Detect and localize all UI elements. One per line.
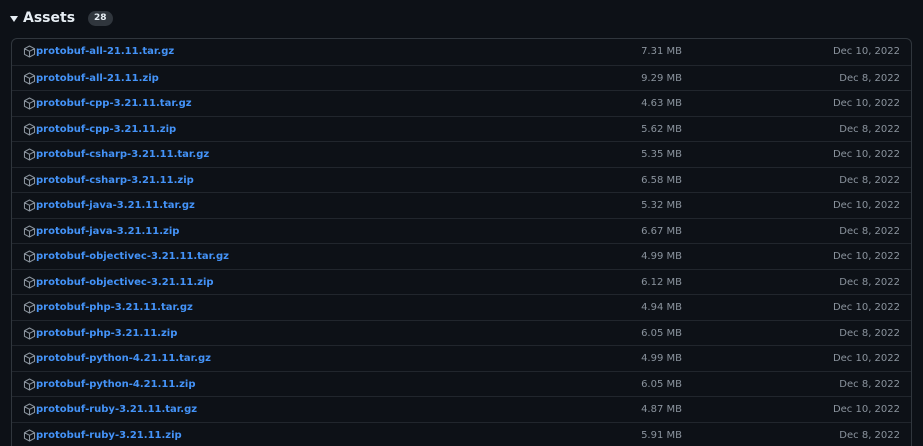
- package-icon: [23, 326, 36, 340]
- asset-date: Dec 10, 2022: [832, 200, 900, 211]
- asset-date: Dec 10, 2022: [832, 302, 900, 313]
- assets-header[interactable]: Assets 28: [10, 7, 113, 29]
- asset-date: Dec 10, 2022: [832, 46, 900, 57]
- asset-size: 6.05 MB: [641, 327, 682, 339]
- asset-size: 4.99 MB: [641, 251, 682, 262]
- asset-row: protobuf-java-3.21.11.tar.gz 5.32 MB Dec 1…: [12, 192, 911, 217]
- asset-date: Dec 8, 2022: [839, 123, 900, 135]
- asset-download-link[interactable]: protobuf-all-21.11.zip: [36, 66, 159, 91]
- asset-download-link[interactable]: protobuf-php-3.21.11.tar.gz: [36, 295, 193, 320]
- package-icon: [23, 301, 36, 314]
- package-icon: [23, 377, 36, 391]
- asset-download-link[interactable]: protobuf-java-3.21.11.tar.gz: [36, 193, 195, 218]
- package-icon: [23, 250, 36, 263]
- asset-date: Dec 8, 2022: [839, 174, 900, 186]
- asset-size: 6.58 MB: [641, 174, 682, 186]
- package-icon: [23, 97, 36, 110]
- asset-row: protobuf-all-21.11.zip 9.29 MB Dec 8, 2022: [12, 64, 911, 91]
- asset-download-link[interactable]: protobuf-objectivec-3.21.11.tar.gz: [36, 244, 229, 269]
- asset-size: 5.35 MB: [641, 149, 682, 160]
- asset-date: Dec 8, 2022: [839, 327, 900, 339]
- asset-row: protobuf-all-21.11.tar.gz 7.31 MB Dec 10, …: [12, 39, 911, 64]
- assets-count-badge: 28: [88, 10, 113, 26]
- asset-size: 4.94 MB: [641, 302, 682, 313]
- asset-date: Dec 8, 2022: [839, 429, 900, 441]
- package-icon: [23, 352, 36, 365]
- asset-row: protobuf-csharp-3.21.11.zip 6.58 MB Dec 8,…: [12, 166, 911, 193]
- asset-row: protobuf-objectivec-3.21.11.tar.gz 4.99 M…: [12, 243, 911, 268]
- asset-row: protobuf-python-4.21.11.zip 6.05 MB Dec 8,…: [12, 370, 911, 397]
- asset-size: 6.12 MB: [641, 276, 682, 288]
- asset-date: Dec 10, 2022: [832, 98, 900, 109]
- triangle-down-icon[interactable]: [10, 15, 18, 22]
- asset-size: 6.67 MB: [641, 225, 682, 237]
- asset-download-link[interactable]: protobuf-csharp-3.21.11.tar.gz: [36, 142, 209, 167]
- asset-date: Dec 10, 2022: [832, 353, 900, 364]
- asset-row: protobuf-ruby-3.21.11.tar.gz 4.87 MB Dec 1…: [12, 396, 911, 421]
- asset-date: Dec 10, 2022: [832, 251, 900, 262]
- asset-row: protobuf-csharp-3.21.11.tar.gz 5.35 MB Dec…: [12, 141, 911, 166]
- asset-row: protobuf-php-3.21.11.zip 6.05 MB Dec 8, 20…: [12, 319, 911, 346]
- package-icon: [23, 71, 36, 85]
- asset-size: 5.32 MB: [641, 200, 682, 211]
- package-icon: [23, 224, 36, 238]
- asset-download-link[interactable]: protobuf-cpp-3.21.11.tar.gz: [36, 91, 192, 116]
- asset-row: protobuf-php-3.21.11.tar.gz 4.94 MB Dec 10…: [12, 294, 911, 319]
- asset-size: 7.31 MB: [641, 46, 682, 57]
- asset-download-link[interactable]: protobuf-all-21.11.tar.gz: [36, 39, 174, 64]
- asset-download-link[interactable]: protobuf-java-3.21.11.zip: [36, 219, 179, 244]
- package-icon: [23, 428, 36, 442]
- asset-date: Dec 10, 2022: [832, 404, 900, 415]
- asset-download-link[interactable]: protobuf-csharp-3.21.11.zip: [36, 168, 194, 193]
- asset-download-link[interactable]: protobuf-cpp-3.21.11.zip: [36, 117, 176, 142]
- asset-row: protobuf-cpp-3.21.11.zip 5.62 MB Dec 8, 20…: [12, 115, 911, 142]
- asset-row: protobuf-java-3.21.11.zip 6.67 MB Dec 8, 2…: [12, 217, 911, 244]
- asset-date: Dec 10, 2022: [832, 149, 900, 160]
- asset-download-link[interactable]: protobuf-ruby-3.21.11.zip: [36, 423, 182, 446]
- assets-title: Assets: [23, 10, 76, 26]
- package-icon: [23, 148, 36, 161]
- asset-download-link[interactable]: protobuf-ruby-3.21.11.tar.gz: [36, 397, 197, 422]
- package-icon: [23, 275, 36, 289]
- asset-date: Dec 8, 2022: [839, 72, 900, 84]
- asset-download-link[interactable]: protobuf-python-4.21.11.tar.gz: [36, 346, 211, 371]
- package-icon: [23, 122, 36, 136]
- asset-date: Dec 8, 2022: [839, 378, 900, 390]
- asset-size: 9.29 MB: [641, 72, 682, 84]
- asset-size: 4.99 MB: [641, 353, 682, 364]
- asset-row: protobuf-ruby-3.21.11.zip 5.91 MB Dec 8, 2…: [12, 421, 911, 446]
- asset-download-link[interactable]: protobuf-php-3.21.11.zip: [36, 321, 177, 346]
- asset-row: protobuf-cpp-3.21.11.tar.gz 4.63 MB Dec 10…: [12, 90, 911, 115]
- asset-size: 4.63 MB: [641, 98, 682, 109]
- package-icon: [23, 45, 36, 58]
- asset-row: protobuf-objectivec-3.21.11.zip 6.12 MB De…: [12, 268, 911, 295]
- asset-date: Dec 8, 2022: [839, 276, 900, 288]
- asset-date: Dec 8, 2022: [839, 225, 900, 237]
- asset-row: protobuf-python-4.21.11.tar.gz 4.99 MB Dec…: [12, 345, 911, 370]
- asset-size: 5.62 MB: [641, 123, 682, 135]
- asset-download-link[interactable]: protobuf-objectivec-3.21.11.zip: [36, 270, 214, 295]
- assets-list: protobuf-all-21.11.tar.gz 7.31 MB Dec 10, …: [11, 38, 912, 446]
- asset-size: 5.91 MB: [641, 429, 682, 441]
- asset-size: 4.87 MB: [641, 404, 682, 415]
- package-icon: [23, 403, 36, 416]
- asset-size: 6.05 MB: [641, 378, 682, 390]
- asset-download-link[interactable]: protobuf-python-4.21.11.zip: [36, 372, 196, 397]
- package-icon: [23, 173, 36, 187]
- package-icon: [23, 199, 36, 212]
